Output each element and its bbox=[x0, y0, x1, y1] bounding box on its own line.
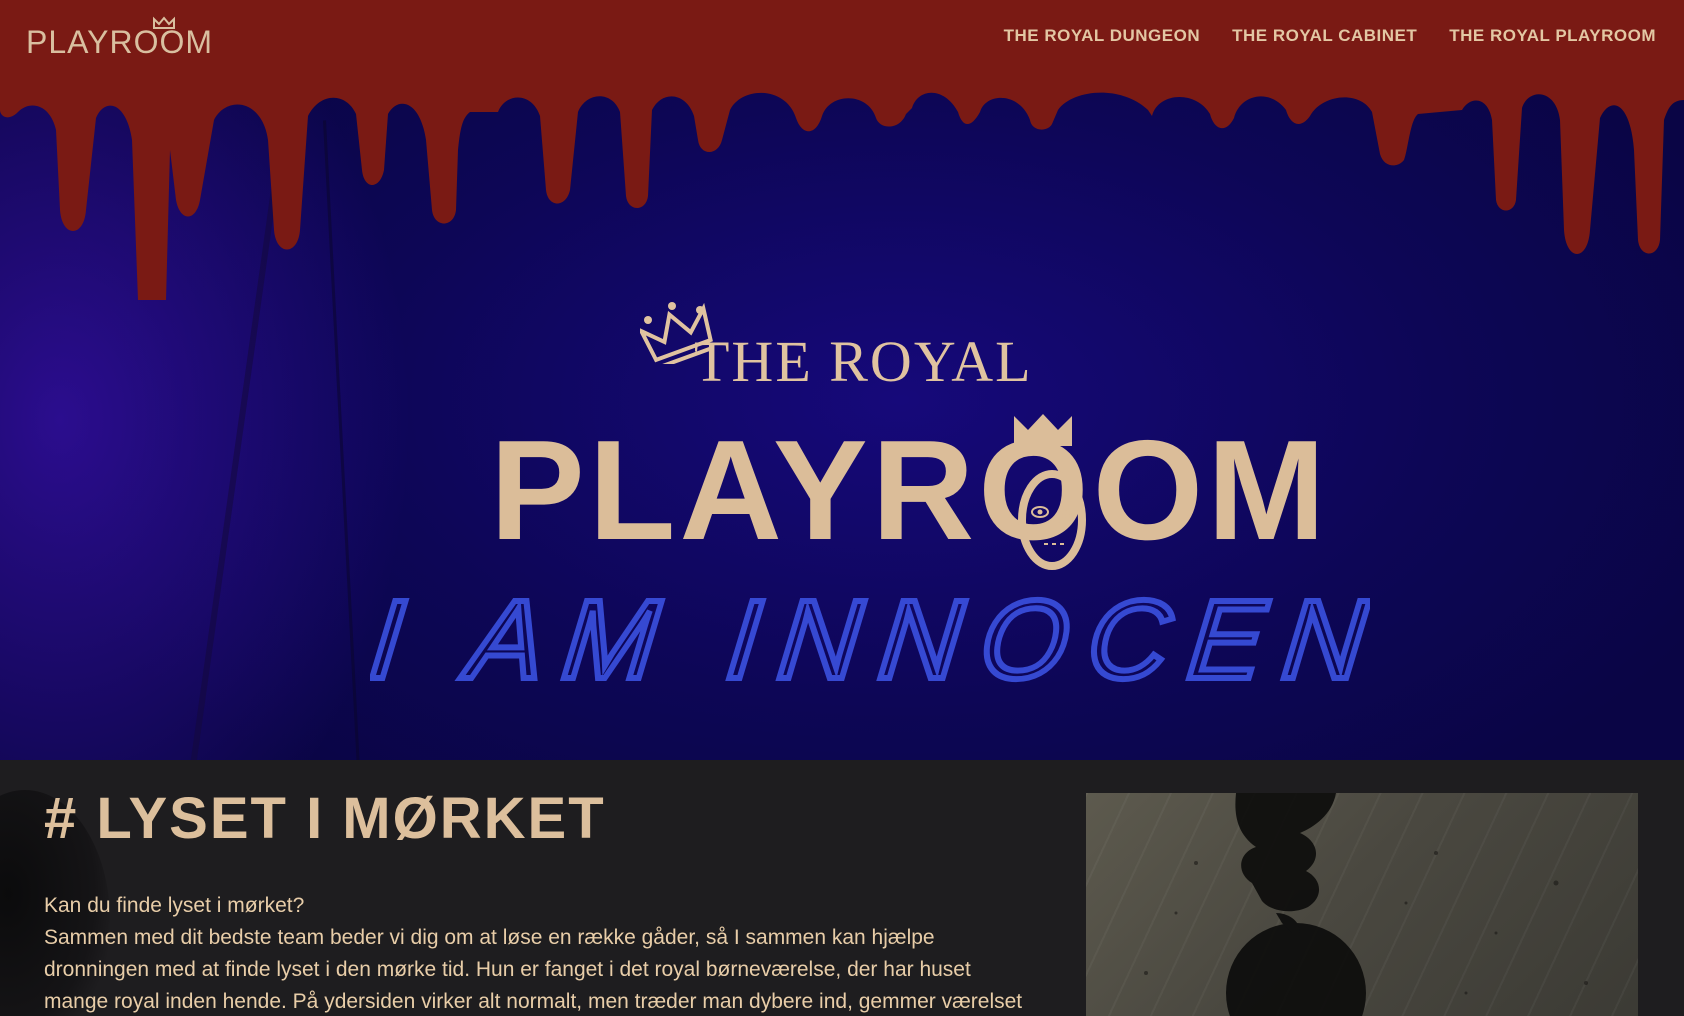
room-photo bbox=[1086, 793, 1638, 1016]
crown-icon bbox=[153, 16, 175, 29]
nav-link-royal-playroom[interactable]: THE ROYAL PLAYROOM bbox=[1449, 26, 1656, 46]
crown-icon bbox=[1014, 414, 1072, 446]
wall-scrawl-text: I AM INNOCENT ? bbox=[370, 576, 1370, 702]
intro-question: Kan du finde lyset i mørket? bbox=[44, 894, 305, 917]
face-doodle-icon bbox=[1018, 470, 1086, 570]
site-logo[interactable]: PLAYROOM bbox=[26, 16, 212, 62]
nav-link-royal-cabinet[interactable]: THE ROYAL CABINET bbox=[1232, 26, 1417, 46]
logo-line-the-royal: THE ROYAL bbox=[694, 329, 1033, 394]
nav-link-royal-dungeon[interactable]: THE ROYAL DUNGEON bbox=[1004, 26, 1200, 46]
content-section: # LYSET I MØRKET Kan du finde lyset i mø… bbox=[0, 760, 1684, 1016]
hero-logo: THE ROYAL PLAYROOM bbox=[480, 290, 1325, 590]
top-nav-bar: PLAYROOM THE ROYAL DUNGEON THE ROYAL CAB… bbox=[0, 0, 1684, 80]
hero-banner: I AM INNOCENT ? PLAYROOM THE ROYAL DUNGE… bbox=[0, 0, 1684, 760]
shadow-silhouette-image bbox=[1144, 793, 1588, 1016]
intro-text: Kan du finde lyset i mørket? Sammen med … bbox=[44, 890, 1024, 1016]
intro-paragraph: Sammen med dit bedste team beder vi dig … bbox=[44, 926, 1023, 1013]
main-nav: THE ROYAL DUNGEON THE ROYAL CABINET THE … bbox=[1004, 26, 1656, 46]
section-title: # LYSET I MØRKET bbox=[44, 786, 606, 851]
logo-wordmark: PLAYROOM bbox=[26, 24, 213, 60]
logo-line-playroom: PLAYROOM bbox=[490, 411, 1330, 570]
